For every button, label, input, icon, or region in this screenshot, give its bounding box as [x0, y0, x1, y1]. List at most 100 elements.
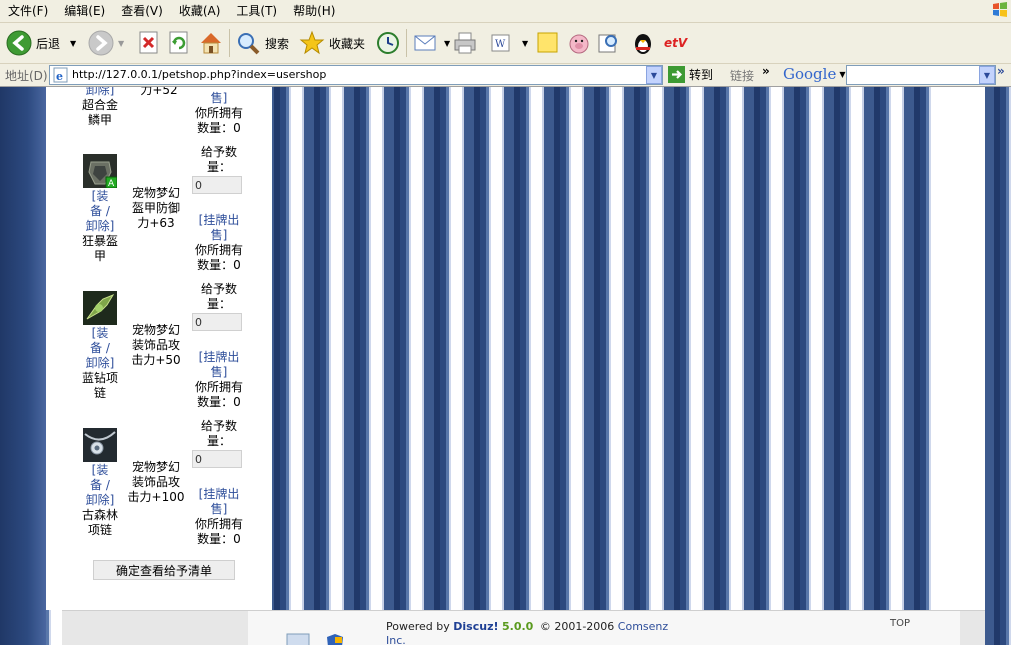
google-search-input[interactable]: ▼: [846, 65, 996, 85]
partial-owned-line: 你所拥有: [194, 106, 243, 120]
word-icon: W: [491, 34, 510, 52]
partial-unequip-link[interactable]: 卸除]: [79, 87, 121, 98]
home-button[interactable]: [198, 27, 224, 59]
toolbar: 后退 ▼ ▼ 搜索 收藏夹 ▼ W ▼ etV: [0, 23, 1011, 64]
back-to-top-link[interactable]: TOP: [890, 618, 910, 629]
refresh-button[interactable]: [168, 27, 190, 59]
partial-sell-label[interactable]: 售]: [191, 91, 247, 106]
google-toolbar-button[interactable]: Google ▼: [783, 65, 845, 83]
equip-link[interactable]: [装 备 / 卸除]: [79, 463, 121, 508]
print-button[interactable]: [452, 27, 478, 59]
item-name-cell: [装 备 / 卸除] 蓝钻项 链: [79, 326, 121, 401]
armor-icon: A: [83, 154, 117, 188]
partial-sell-link[interactable]: 售] 你所拥有 数量：0: [191, 91, 247, 136]
edit-dropdown-icon[interactable]: ▼: [522, 39, 528, 48]
equip-line: 卸除]: [85, 356, 115, 370]
mail-button[interactable]: ▼: [412, 27, 450, 59]
item-name-cell: [装 备 / 卸除] 狂暴盔 甲: [79, 189, 121, 264]
menu-file[interactable]: 文件(F): [0, 0, 56, 22]
list-for-sale-link[interactable]: [挂牌出 售]: [191, 487, 247, 517]
comsenz-link[interactable]: Comsenz: [618, 620, 668, 633]
penguin-icon: [635, 34, 651, 54]
links-label[interactable]: 链接: [730, 67, 754, 84]
footer-company-tail: Inc.: [386, 634, 406, 645]
item-desc-line: 宠物梦幻: [131, 460, 180, 474]
equip-link[interactable]: [装 备 / 卸除]: [79, 326, 121, 371]
google-dropdown-icon[interactable]: ▼: [839, 70, 845, 79]
item-badge: A: [108, 179, 115, 188]
give-quantity-input[interactable]: 0: [192, 450, 242, 468]
partial-name-line: 鳞甲: [87, 113, 112, 127]
menu-help[interactable]: 帮助(H): [285, 0, 343, 22]
svg-text:W: W: [495, 39, 506, 50]
partial-name-line: 超合金: [81, 98, 118, 112]
address-input[interactable]: e http://127.0.0.1/petshop.php?index=use…: [49, 65, 663, 85]
history-icon: [377, 32, 399, 54]
equip-line: [装: [91, 189, 109, 203]
left-border-stripe: [0, 87, 46, 645]
qq-button[interactable]: [630, 27, 656, 59]
owned-count: 数量：0: [197, 532, 241, 546]
item-desc-line: 击力+100: [127, 490, 185, 504]
sell-cell: [挂牌出 售] 你所拥有 数量：0: [191, 213, 247, 273]
forward-dropdown-icon[interactable]: ▼: [118, 39, 124, 48]
star-icon: [299, 30, 325, 55]
give-qty-label: 给予数 量：: [191, 419, 247, 449]
search-label: 搜索: [265, 36, 290, 51]
discuss-button[interactable]: [536, 27, 560, 59]
partial-owned-count: 数量：0: [197, 121, 241, 135]
go-arrow-icon: [668, 66, 685, 83]
google-search-dropdown-icon[interactable]: ▼: [979, 66, 995, 84]
sell-line: 售]: [210, 365, 228, 379]
back-button[interactable]: 后退 ▼: [6, 27, 76, 59]
svg-text:e: e: [56, 70, 63, 83]
give-quantity-input[interactable]: 0: [192, 313, 242, 331]
confirm-give-list-button[interactable]: 确定查看给予清单: [93, 560, 235, 580]
links-chevron-icon[interactable]: »: [762, 64, 770, 78]
etv-button[interactable]: etV: [664, 27, 687, 59]
equip-line: 备 /: [90, 204, 110, 218]
menu-tools[interactable]: 工具(T): [228, 0, 285, 22]
back-dropdown-icon[interactable]: ▼: [70, 39, 76, 48]
address-dropdown-icon[interactable]: ▼: [646, 66, 662, 84]
footer-inner: Powered by Discuz! 5.0.0 © 2001-2006 Com…: [248, 611, 960, 645]
mail-dropdown-icon[interactable]: ▼: [444, 39, 450, 48]
give-quantity-input[interactable]: 0: [192, 176, 242, 194]
favorites-button[interactable]: 收藏夹: [299, 27, 365, 59]
item-name-line: 项链: [87, 523, 112, 537]
address-label: 地址(D): [5, 69, 48, 83]
menu-favorites[interactable]: 收藏(A): [171, 0, 229, 22]
sell-cell: [挂牌出 售] 你所拥有 数量：0: [191, 487, 247, 547]
research-button[interactable]: [596, 27, 622, 59]
stop-button[interactable]: [138, 27, 160, 59]
page-content: 卸除] 超合金 鳞甲 力+52 售] 你所拥有 数量：0 A [装 备 / 卸除…: [0, 87, 1011, 645]
history-button[interactable]: [375, 27, 401, 59]
edit-button[interactable]: W ▼: [490, 27, 528, 59]
menu-view[interactable]: 查看(V): [113, 0, 171, 22]
google-logo: Google: [783, 65, 837, 83]
address-bar: 地址(D) e http://127.0.0.1/petshop.php?ind…: [0, 64, 1011, 87]
item-desc-line: 击力+50: [131, 353, 181, 367]
sell-line: [挂牌出: [198, 213, 240, 227]
stop-icon: [139, 31, 158, 54]
give-line: 给予数: [200, 145, 237, 159]
forward-arrow-icon: [88, 30, 114, 56]
item-desc-line: 宠物梦幻: [131, 323, 180, 337]
research-icon: [598, 34, 617, 53]
forward-button[interactable]: ▼: [88, 27, 124, 59]
equip-line: 备 /: [90, 478, 110, 492]
item-name-line: 狂暴盔: [81, 234, 118, 248]
more-chevron-icon[interactable]: »: [997, 64, 1005, 78]
search-button[interactable]: 搜索: [235, 27, 289, 59]
discuz-brand-link[interactable]: Discuz!: [453, 620, 498, 633]
address-url: http://127.0.0.1/petshop.php?index=users…: [72, 68, 327, 81]
go-button[interactable]: 转到: [668, 66, 713, 83]
messenger-button[interactable]: [566, 27, 592, 59]
list-for-sale-link[interactable]: [挂牌出 售]: [191, 350, 247, 380]
partial-item-name: 卸除] 超合金 鳞甲: [79, 87, 121, 128]
list-for-sale-link[interactable]: [挂牌出 售]: [191, 213, 247, 243]
item-desc-cell: 宠物梦幻 装饰品攻 击力+100: [126, 460, 186, 505]
menu-edit[interactable]: 编辑(E): [56, 0, 113, 22]
equip-link[interactable]: [装 备 / 卸除]: [79, 189, 121, 234]
printer-icon: [454, 32, 476, 54]
